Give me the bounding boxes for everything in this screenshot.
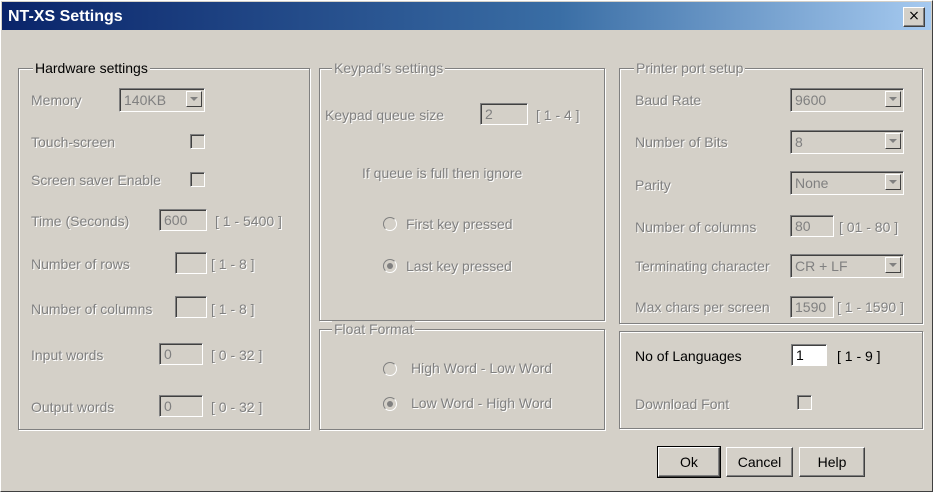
last-key-label: Last key pressed: [406, 258, 512, 274]
keypad-settings-legend: Keypad's settings: [332, 60, 446, 76]
keypad-queue-range: [ 1 - 4 ]: [536, 107, 580, 123]
max-chars-input[interactable]: 1590: [790, 296, 834, 318]
terminating-char-value: CR + LF: [795, 258, 848, 274]
settings-dialog: NT-XS Settings × Hardware settings Memor…: [0, 0, 933, 492]
chevron-down-icon[interactable]: [885, 174, 901, 190]
memory-select[interactable]: 140KB: [119, 88, 205, 112]
keypad-queue-input[interactable]: 2: [480, 103, 528, 125]
parity-value: None: [795, 175, 829, 191]
first-key-radio[interactable]: [383, 217, 397, 231]
ok-button[interactable]: Ok: [657, 446, 721, 478]
low-high-radio[interactable]: [383, 397, 397, 411]
rows-range: [ 1 - 8 ]: [211, 256, 255, 272]
time-label: Time (Seconds): [31, 213, 130, 229]
high-low-radio[interactable]: [383, 362, 397, 376]
memory-value: 140KB: [124, 92, 167, 108]
chevron-down-icon[interactable]: [186, 91, 202, 107]
output-words-range: [ 0 - 32 ]: [211, 399, 263, 415]
touchscreen-label: Touch-screen: [31, 134, 116, 150]
keypad-queue-label: Keypad queue size: [325, 107, 445, 123]
close-button[interactable]: ×: [903, 7, 925, 27]
queue-full-label: If queue is full then ignore: [362, 165, 523, 181]
output-words-input[interactable]: 0: [159, 395, 203, 417]
float-format-group: Float Format: [319, 321, 605, 430]
rows-input[interactable]: [175, 252, 207, 274]
input-words-label: Input words: [31, 347, 104, 363]
printer-columns-label: Number of columns: [635, 219, 757, 235]
baud-rate-value: 9600: [795, 92, 827, 108]
columns-range: [ 1 - 8 ]: [211, 301, 255, 317]
cancel-button[interactable]: Cancel: [726, 447, 793, 477]
memory-label: Memory: [31, 92, 82, 108]
keypad-settings-group: Keypad's settings: [319, 60, 605, 321]
terminating-char-select[interactable]: CR + LF: [790, 254, 904, 278]
download-font-checkbox[interactable]: [797, 395, 812, 410]
download-font-label: Download Font: [635, 396, 730, 412]
languages-label: No of Languages: [635, 348, 742, 364]
parity-label: Parity: [635, 177, 671, 193]
hardware-settings-group: Hardware settings: [18, 60, 310, 430]
columns-label: Number of columns: [31, 301, 153, 317]
hardware-settings-legend: Hardware settings: [33, 60, 150, 76]
chevron-down-icon[interactable]: [885, 257, 901, 273]
window-title: NT-XS Settings: [8, 8, 123, 25]
chevron-down-icon[interactable]: [885, 133, 901, 149]
baud-rate-select[interactable]: 9600: [790, 88, 904, 112]
time-input[interactable]: 600: [159, 209, 207, 231]
screensaver-checkbox[interactable]: [190, 172, 205, 187]
title-bar[interactable]: NT-XS Settings ×: [2, 2, 931, 30]
parity-select[interactable]: None: [790, 171, 904, 195]
printer-columns-range: [ 01 - 80 ]: [839, 219, 899, 235]
input-words-range: [ 0 - 32 ]: [211, 347, 263, 363]
max-chars-label: Max chars per screen: [635, 299, 770, 315]
terminating-char-label: Terminating character: [635, 258, 770, 274]
time-range: [ 1 - 5400 ]: [215, 213, 282, 229]
low-high-label: Low Word - High Word: [411, 395, 553, 411]
max-chars-range: [ 1 - 1590 ]: [837, 299, 904, 315]
printer-port-legend: Printer port setup: [634, 60, 746, 76]
last-key-radio[interactable]: [383, 259, 397, 273]
touchscreen-checkbox[interactable]: [190, 134, 205, 149]
number-of-bits-select[interactable]: 8: [790, 130, 904, 154]
high-low-label: High Word - Low Word: [411, 360, 553, 376]
languages-range: [ 1 - 9 ]: [837, 348, 881, 364]
number-of-bits-value: 8: [795, 134, 803, 150]
languages-group: [619, 331, 923, 429]
printer-columns-input[interactable]: 80: [790, 215, 834, 237]
input-words-input[interactable]: 0: [159, 343, 203, 365]
first-key-label: First key pressed: [406, 216, 513, 232]
float-format-legend: Float Format: [332, 321, 416, 337]
chevron-down-icon[interactable]: [885, 91, 901, 107]
languages-input[interactable]: 1: [791, 344, 827, 366]
baud-rate-label: Baud Rate: [635, 92, 702, 108]
rows-label: Number of rows: [31, 256, 130, 272]
number-of-bits-label: Number of Bits: [635, 134, 728, 150]
output-words-label: Output words: [31, 399, 115, 415]
columns-input[interactable]: [175, 296, 207, 318]
help-button[interactable]: Help: [799, 447, 865, 477]
screensaver-label: Screen saver Enable: [31, 172, 161, 188]
